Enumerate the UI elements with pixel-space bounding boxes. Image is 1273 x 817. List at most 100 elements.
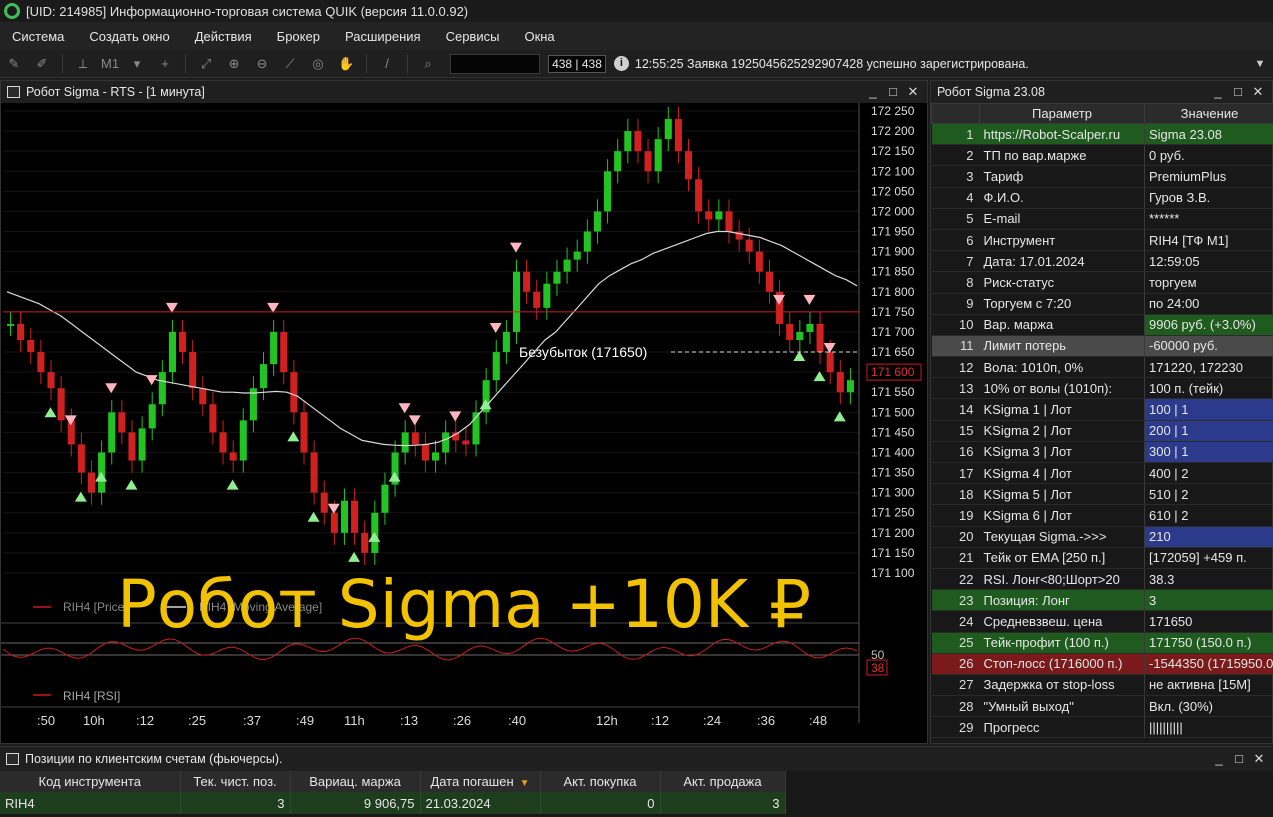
param-row[interactable]: 23 Позиция: Лонг 3	[931, 589, 1273, 612]
pen-icon[interactable]: ✎	[3, 55, 25, 73]
param-name: Ф.И.О.	[979, 187, 1145, 209]
column-header-instrument[interactable]: Код инструмента	[0, 771, 181, 792]
param-row[interactable]: 25 Тейк-профит (100 п.) 171750 (150.0 п.)	[931, 632, 1273, 654]
menu-actions[interactable]: Действия	[183, 29, 265, 44]
y-tick-label: 171 350	[871, 466, 915, 480]
sell-marker	[398, 403, 411, 414]
param-row[interactable]: 1 https://Robot-Scalper.ru Sigma 23.08	[931, 123, 1273, 146]
instrument-input[interactable]	[450, 53, 541, 74]
zoom-out-icon[interactable]: ⊖	[251, 55, 273, 73]
param-row[interactable]: 27 Задержка от stop-loss не активна [15M]	[931, 674, 1273, 697]
minimize-icon[interactable]: _	[863, 83, 883, 101]
line-tool-icon[interactable]: /	[376, 55, 398, 73]
maximize-icon[interactable]: □	[883, 83, 903, 101]
candle-body	[695, 179, 703, 212]
minimize-icon[interactable]: _	[1208, 83, 1228, 101]
sell-marker	[509, 242, 522, 253]
param-index: 17	[931, 462, 980, 485]
param-row[interactable]: 29 Прогресс ||||||||||	[931, 716, 1273, 739]
target-icon[interactable]: ◎	[307, 55, 329, 73]
column-header-active-buy[interactable]: Акт. покупка	[540, 771, 661, 792]
menu-windows[interactable]: Окна	[512, 29, 567, 44]
y-tick-label: 171 900	[871, 245, 915, 259]
time-tick-label: :12	[651, 713, 669, 728]
candle-body	[209, 404, 217, 433]
interval-icon[interactable]: ⟂	[72, 55, 94, 73]
sell-marker	[105, 383, 118, 394]
crosshair-icon[interactable]: +	[154, 55, 176, 73]
search-icon[interactable]: ⌕	[417, 55, 439, 73]
column-header-variation-margin[interactable]: Вариац. маржа	[290, 771, 421, 792]
close-icon[interactable]: ✕	[903, 83, 923, 101]
param-row[interactable]: 15 KSigma 2 | Лот 200 | 1	[931, 420, 1273, 442]
param-row[interactable]: 3 Тариф PremiumPlus	[931, 165, 1273, 188]
menu-extensions[interactable]: Расширения	[333, 29, 434, 44]
hand-icon[interactable]: ✋	[335, 55, 357, 73]
fit-icon[interactable]: ⤢	[195, 55, 217, 73]
close-icon[interactable]: ✕	[1249, 750, 1269, 768]
param-row[interactable]: 13 10% от волы (1010п): 100 п. (тейк)	[931, 377, 1273, 400]
param-row[interactable]: 11 Лимит потерь -60000 руб.	[931, 335, 1273, 358]
candle-body	[77, 444, 85, 473]
param-index: 28	[931, 695, 980, 718]
param-row[interactable]: 28 "Умный выход" Вкл. (30%)	[931, 695, 1273, 718]
param-row[interactable]: 9 Торгуем с 7:20 по 24:00	[931, 293, 1273, 315]
param-row[interactable]: 12 Вола: 1010п, 0% 171220, 172230	[931, 356, 1273, 379]
param-row[interactable]: 17 KSigma 4 | Лот 400 | 2	[931, 462, 1273, 485]
param-index: 19	[931, 504, 980, 527]
param-row[interactable]: 24 Средневзвеш. цена 171650	[931, 610, 1273, 633]
param-row[interactable]: 14 KSigma 1 | Лот 100 | 1	[931, 398, 1273, 421]
candle-body	[47, 372, 55, 389]
param-value: [172059] +459 п.	[1144, 547, 1273, 569]
column-header-active-sell[interactable]: Акт. продажа	[660, 771, 786, 792]
param-row[interactable]: 16 KSigma 3 | Лот 300 | 1	[931, 441, 1273, 464]
close-icon[interactable]: ✕	[1248, 83, 1268, 101]
column-header-net-position[interactable]: Тек. чист. поз.	[180, 771, 291, 792]
pen-settings-icon[interactable]: ✐	[31, 55, 53, 73]
param-value: Sigma 23.08	[1144, 123, 1273, 146]
zoom-in-icon[interactable]: ⊕	[223, 55, 245, 73]
param-row[interactable]: 19 KSigma 6 | Лот 610 | 2	[931, 504, 1273, 527]
candle-body	[806, 323, 814, 332]
param-row[interactable]: 2 ТП по вар.марже 0 руб.	[931, 144, 1273, 167]
menu-create-window[interactable]: Создать окно	[77, 29, 182, 44]
param-row[interactable]: 6 Инструмент RIH4 [ТФ M1]	[931, 229, 1273, 252]
param-row[interactable]: 20 Текущая Sigma.->>> 210	[931, 526, 1273, 548]
candle-body	[705, 211, 713, 220]
chevron-down-icon[interactable]: ▾	[126, 55, 148, 73]
minimize-icon[interactable]: _	[1209, 750, 1229, 768]
message-dropdown-icon[interactable]: ▼	[1247, 54, 1273, 74]
param-name: Тейк-профит (100 п.)	[979, 632, 1145, 654]
ruler-icon[interactable]: ⟋	[279, 55, 301, 73]
menu-services[interactable]: Сервисы	[434, 29, 513, 44]
param-name: KSigma 6 | Лот	[979, 504, 1145, 527]
price-chart[interactable]: Безубыток (171650) 172 250 172 200 172 150…	[1, 103, 927, 743]
param-row[interactable]: 22 RSI. Лонг<80;Шорт>20 38.3	[931, 568, 1273, 591]
param-row[interactable]: 5 E-mail ******	[931, 208, 1273, 230]
param-row[interactable]: 21 Тейк от EMA [250 п.] [172059] +459 п.	[931, 547, 1273, 569]
param-row[interactable]: 8 Риск-статус торгуем	[931, 271, 1273, 294]
param-row[interactable]: 7 Дата: 17.01.2024 12:59:05	[931, 250, 1273, 273]
candle-body	[512, 271, 521, 332]
cell-expiry: 21.03.2024	[420, 792, 541, 814]
param-name: Дата: 17.01.2024	[979, 250, 1145, 273]
column-header-expiry[interactable]: Дата погашен ▼	[420, 771, 541, 792]
column-header-param[interactable]: Параметр	[979, 103, 1145, 124]
candle-body	[401, 432, 409, 453]
parameters-window-header: Робот Sigma 23.08 _ □ ✕	[931, 81, 1272, 103]
param-row[interactable]: 4 Ф.И.О. Гуров З.В.	[931, 187, 1273, 209]
column-header-value[interactable]: Значение	[1144, 103, 1273, 124]
cell-variation-margin: 9 906,75	[290, 792, 421, 814]
maximize-icon[interactable]: □	[1228, 83, 1248, 101]
menu-system[interactable]: Система	[0, 29, 77, 44]
interval-selector[interactable]: M1	[101, 56, 119, 71]
param-row[interactable]: 10 Вар. маржа 9906 руб. (+3.0%)	[931, 314, 1273, 336]
param-row[interactable]: 18 KSigma 5 | Лот 510 | 2	[931, 483, 1273, 506]
menu-broker[interactable]: Брокер	[265, 29, 333, 44]
param-name: https://Robot-Scalper.ru	[979, 123, 1145, 146]
candle-body	[553, 271, 561, 284]
param-row[interactable]: 26 Стоп-лосс (1716000 п.) -1544350 (171595…	[931, 653, 1273, 675]
candle-body	[846, 380, 854, 393]
table-row[interactable]: RIH4 3 9 906,75 21.03.2024 0 3	[0, 792, 786, 814]
maximize-icon[interactable]: □	[1229, 750, 1249, 768]
